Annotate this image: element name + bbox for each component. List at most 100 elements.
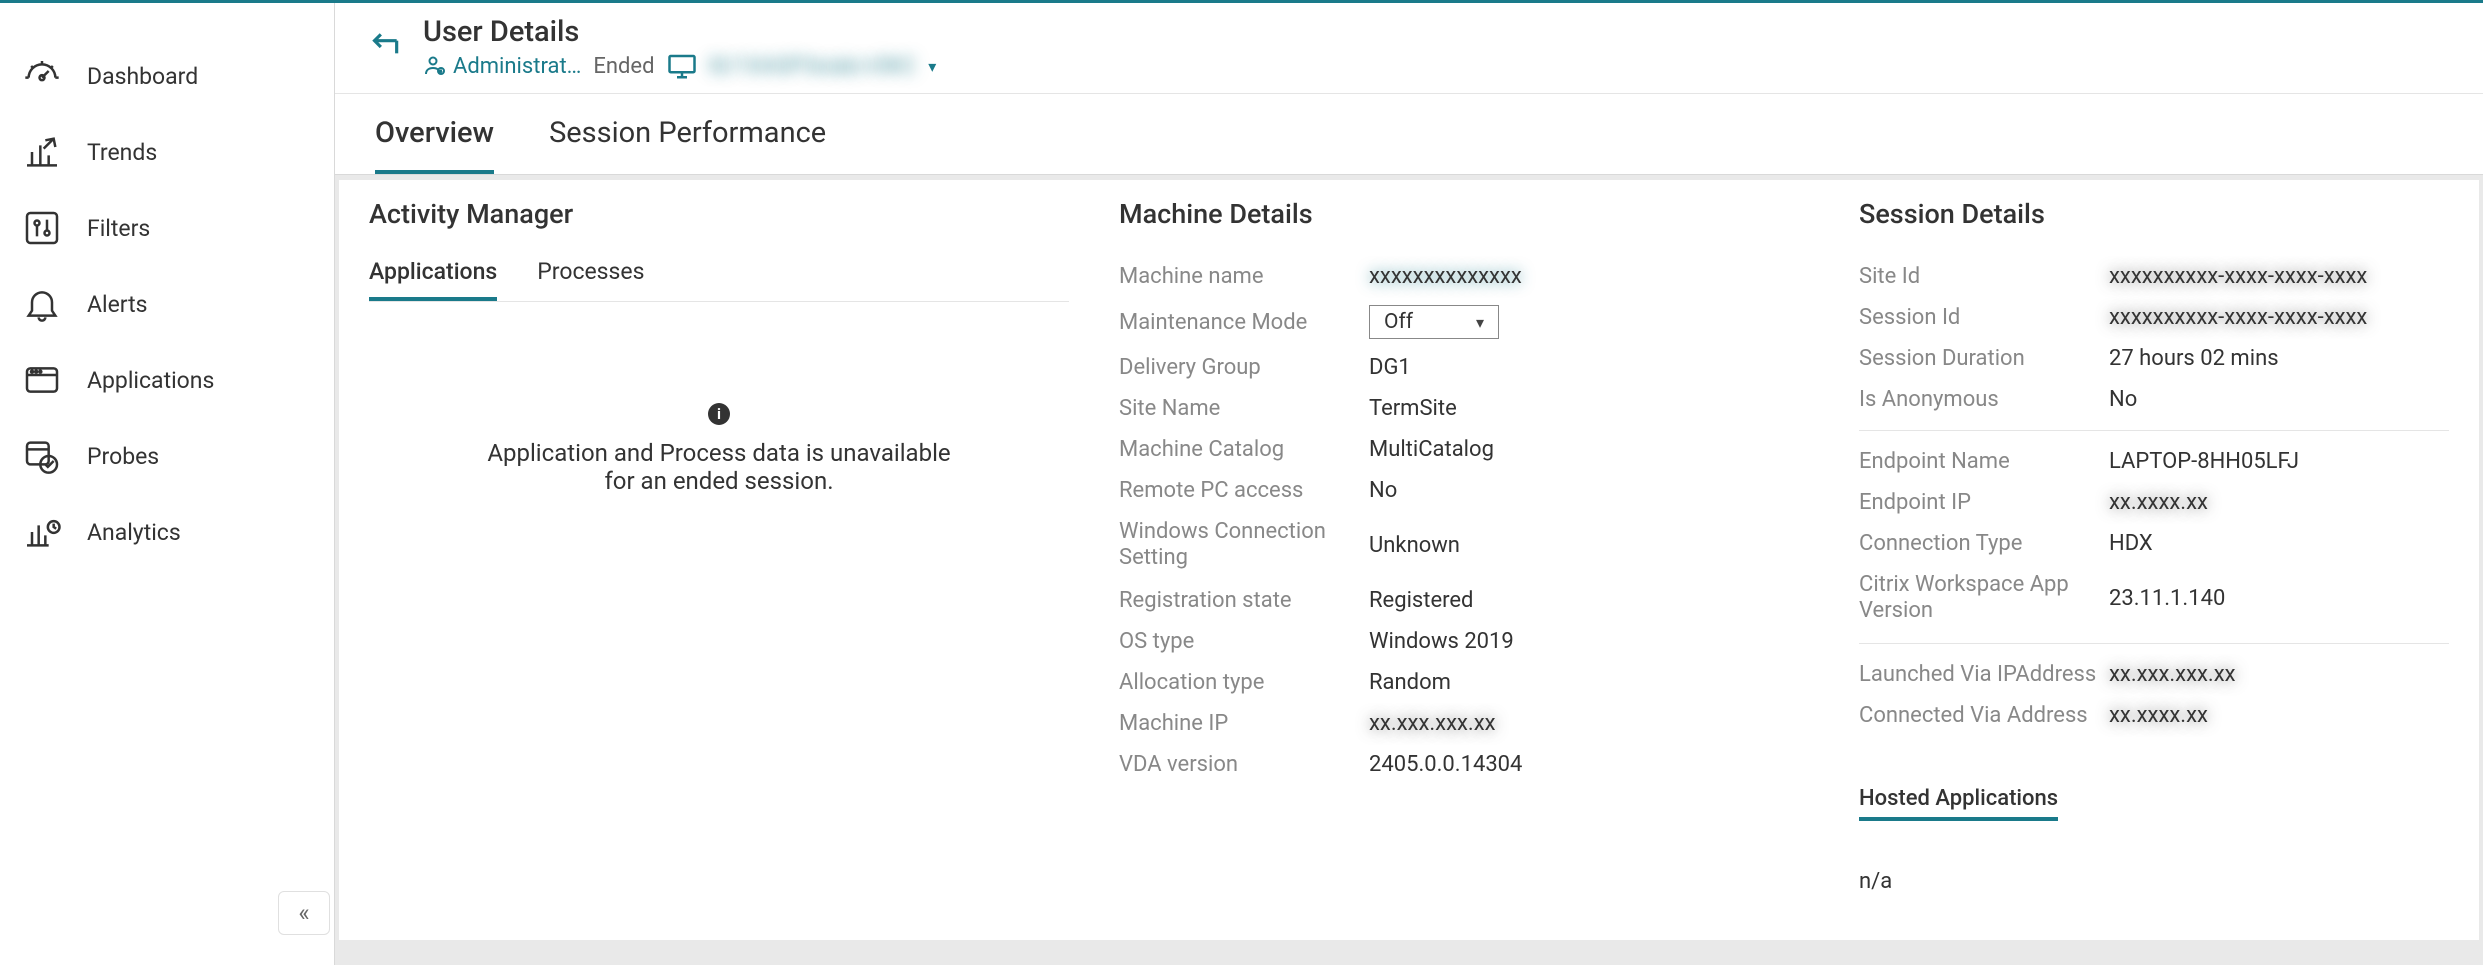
sidebar-item-label: Alerts [87,291,148,318]
trends-icon [22,132,62,172]
tab-overview[interactable]: Overview [375,94,494,174]
kv-label: Launched Via IPAddress [1859,662,2109,687]
kv-label: Endpoint IP [1859,490,2109,515]
kv-label: Connection Type [1859,531,2109,556]
kv-value: xx.xxx.xxx.xx [2109,662,2449,687]
kv-label: Connected Via Address [1859,703,2109,728]
kv-label: Endpoint Name [1859,449,2109,474]
kv-launched-via: Launched Via IPAddress xx.xxx.xxx.xx [1859,654,2449,695]
sidebar-item-dashboard[interactable]: Dashboard [0,38,334,114]
collapse-sidebar-button[interactable]: « [278,891,330,935]
activity-subtabs: Applications Processes [369,258,1069,302]
hosted-tab-label[interactable]: Hosted Applications [1859,786,2058,821]
kv-value: HDX [2109,531,2449,556]
kv-label: Citrix Workspace App Version [1859,572,2109,625]
kv-site-name: Site Name TermSite [1119,388,1809,429]
machine-link[interactable]: I0/1XASP3xiab/v5KC [709,54,917,79]
kv-value: Unknown [1369,533,1809,558]
user-label: Administrat… [453,54,581,79]
kv-is-anonymous: Is Anonymous No [1859,379,2449,420]
probes-icon [22,436,62,476]
kv-value: xx.xxxx.xx [2109,703,2449,728]
kv-label: Session Id [1859,305,2109,330]
kv-value: 27 hours 02 mins [2109,346,2449,371]
kv-label: Machine IP [1119,711,1369,736]
kv-value: 23.11.1.140 [2109,586,2449,611]
kv-label: Maintenance Mode [1119,310,1369,335]
user-link[interactable]: Administrat… [423,54,581,79]
sidebar-item-trends[interactable]: Trends [0,114,334,190]
sidebar-item-probes[interactable]: Probes [0,418,334,494]
sidebar: Dashboard Trends Filters Alerts Applicat… [0,3,335,965]
kv-site-id: Site Id xxxxxxxxxx-xxxx-xxxx-xxxx [1859,256,2449,297]
kv-machine-name: Machine name xxxxxxxxxxxxxx [1119,256,1809,297]
divider [1859,430,2449,431]
empty-line1: Application and Process data is unavaila… [487,439,950,467]
sidebar-item-label: Filters [87,215,150,242]
kv-registration-state: Registration state Registered [1119,580,1809,621]
sidebar-item-alerts[interactable]: Alerts [0,266,334,342]
session-title: Session Details [1859,198,2449,236]
sidebar-item-filters[interactable]: Filters [0,190,334,266]
main: User Details Administrat… Ended I0/1XASP… [335,3,2483,965]
tab-session-performance[interactable]: Session Performance [549,94,826,174]
kv-label: VDA version [1119,752,1369,777]
kv-remote-pc: Remote PC access No [1119,470,1809,511]
maintenance-mode-select[interactable]: Off ▾ [1369,305,1499,339]
kv-value: Off ▾ [1369,305,1809,339]
kv-cwa-version: Citrix Workspace App Version 23.11.1.140 [1859,564,2449,633]
applications-icon [22,360,62,400]
dashboard-icon [22,56,62,96]
kv-vda-version: VDA version 2405.0.0.14304 [1119,744,1809,785]
kv-label: Machine name [1119,264,1369,289]
kv-label: Allocation type [1119,670,1369,695]
hosted-na: n/a [1859,869,2449,894]
subtab-processes[interactable]: Processes [537,258,644,301]
activity-title: Activity Manager [369,198,1069,236]
kv-label: Windows Connection Setting [1119,519,1369,572]
info-icon: i [708,403,730,425]
kv-label: Is Anonymous [1859,387,2109,412]
monitor-icon [667,53,697,79]
kv-value: Random [1369,670,1809,695]
kv-allocation-type: Allocation type Random [1119,662,1809,703]
kv-value: No [1369,478,1809,503]
activity-empty: i Application and Process data is unavai… [369,397,1069,495]
main-tabs: Overview Session Performance [335,94,2483,175]
kv-value: No [2109,387,2449,412]
header-sub: Administrat… Ended I0/1XASP3xiab/v5KC ▾ [423,53,936,79]
status-text: Ended [593,54,654,79]
kv-label: Site Id [1859,264,2109,289]
kv-connection-type: Connection Type HDX [1859,523,2449,564]
subtab-applications[interactable]: Applications [369,258,497,301]
chevron-down-icon[interactable]: ▾ [928,57,936,76]
back-button[interactable] [363,26,405,68]
sidebar-item-analytics[interactable]: Analytics [0,494,334,570]
empty-line2: for an ended session. [604,467,833,495]
sidebar-item-label: Probes [87,443,159,470]
kv-os-type: OS type Windows 2019 [1119,621,1809,662]
kv-label: OS type [1119,629,1369,654]
sidebar-item-label: Applications [87,367,214,394]
select-value: Off [1384,310,1413,334]
sidebar-item-label: Trends [87,139,157,166]
kv-value: Windows 2019 [1369,629,1809,654]
alerts-icon [22,284,62,324]
machine-details: Machine Details Machine name xxxxxxxxxxx… [1119,198,1809,922]
kv-maintenance-mode: Maintenance Mode Off ▾ [1119,297,1809,347]
kv-value: xxxxxxxxxx-xxxx-xxxx-xxxx [2109,264,2449,289]
kv-connected-via: Connected Via Address xx.xxxx.xx [1859,695,2449,736]
machine-title: Machine Details [1119,198,1809,236]
kv-endpoint-name: Endpoint Name LAPTOP-8HH05LFJ [1859,441,2449,482]
chevron-down-icon: ▾ [1476,313,1484,332]
kv-value: LAPTOP-8HH05LFJ [2109,449,2449,474]
session-details: Session Details Site Id xxxxxxxxxx-xxxx-… [1859,198,2449,922]
header-text: User Details Administrat… Ended I0/1XASP… [423,15,936,79]
sidebar-item-label: Dashboard [87,63,198,90]
kv-label: Registration state [1119,588,1369,613]
sidebar-item-applications[interactable]: Applications [0,342,334,418]
kv-machine-ip: Machine IP xx.xxx.xxx.xx [1119,703,1809,744]
kv-value[interactable]: xxxxxxxxxxxxxx [1369,264,1809,289]
kv-value: xxxxxxxxxx-xxxx-xxxx-xxxx [2109,305,2449,330]
kv-value: xx.xxx.xxx.xx [1369,711,1809,736]
